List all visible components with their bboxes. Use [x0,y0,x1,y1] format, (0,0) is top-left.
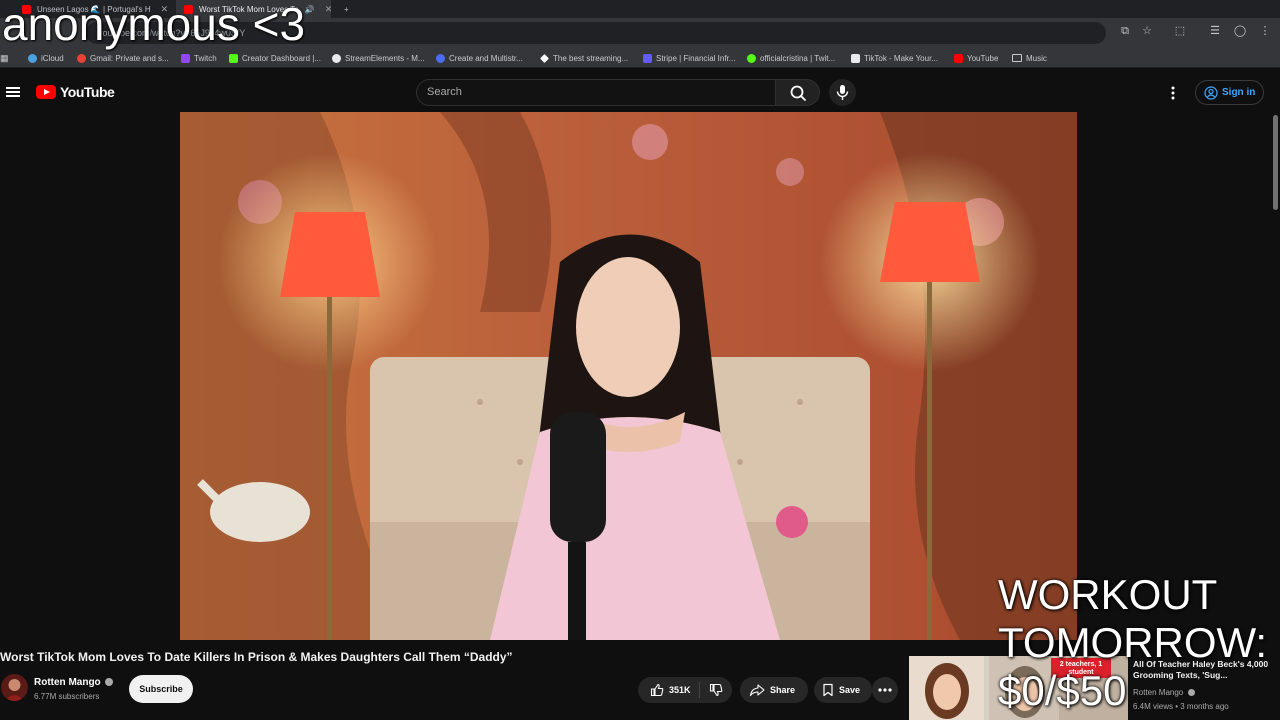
account-icon [1204,85,1218,100]
scrollbar-thumb[interactable] [1273,115,1278,210]
share-button[interactable]: Share [740,677,808,703]
bookmark-star-icon[interactable]: ☆ [1140,24,1154,38]
stripe-icon [643,53,652,63]
channel-avatar[interactable] [1,674,28,701]
youtube-play-icon [36,85,56,99]
youtube-icon [954,53,963,63]
settings-more-icon[interactable] [1168,85,1178,101]
save-label: Save [839,685,861,695]
more-horizontal-icon [878,688,892,692]
search-button[interactable] [775,79,820,106]
bookmark-youtube[interactable]: YouTube [954,52,998,64]
video-title: Worst TikTok Mom Loves To Date Killers I… [0,650,513,664]
reading-list-icon[interactable]: ☰ [1208,24,1222,38]
like-dislike-group: 351K [638,677,732,703]
bookmark-officialcristina[interactable]: officialcristina | Twit... [747,52,835,64]
extensions-icon[interactable]: ⬚ [1173,24,1187,38]
new-tab-button[interactable]: + [336,0,352,18]
voice-search-button[interactable] [829,79,856,106]
like-button[interactable]: 351K [638,682,700,698]
google-icon [77,53,86,63]
search-input[interactable]: Search [416,79,776,106]
bookmark-streaming[interactable]: The best streaming... [540,52,628,64]
youtube-logo-text: YouTube [60,84,115,100]
stream-goal-overlay: WORKOUT TOMORROW: $0/$50 [998,571,1280,715]
youtube-logo[interactable]: YouTube [36,84,115,100]
verified-icon [105,678,114,686]
thumbs-down-icon [709,683,722,697]
profile-icon[interactable]: ◯ [1233,24,1247,38]
microphone-icon [836,85,849,100]
share-label: Share [770,685,796,695]
like-count: 351K [669,685,691,695]
hamburger-menu-icon[interactable] [6,85,20,99]
icloud-icon [28,53,37,63]
save-button[interactable]: Save [814,677,872,703]
install-app-icon[interactable]: ⧉ [1118,24,1132,38]
subscriber-count: 6.77M subscribers [34,692,100,701]
subscribe-button[interactable]: Subscribe [129,675,193,703]
video-player[interactable] [180,112,1077,640]
kick-icon [747,53,756,63]
thumbs-up-icon [650,683,664,697]
folder-icon [1012,54,1022,62]
share-icon [749,684,765,697]
goal-line-1: WORKOUT [998,571,1218,618]
more-actions-button[interactable] [872,677,898,703]
browser-menu-icon[interactable]: ⋮ [1258,24,1272,38]
twitch-icon [181,53,190,63]
close-tab-icon[interactable]: ✕ [325,4,331,15]
sign-in-label: Sign in [1222,87,1256,98]
stream-overlay-text: anonymous <3 [2,0,306,50]
dislike-button[interactable] [700,683,723,697]
bookmark-tiktok[interactable]: TikTok - Make Your... [851,52,938,64]
video-frame-image [180,112,1077,640]
tiktok-icon [851,53,860,63]
bookmark-streamelements[interactable]: StreamElements - M... [332,52,425,64]
diamond-icon [540,53,549,63]
search-icon [790,85,806,101]
goal-line-2: TOMORROW: [998,619,1268,666]
bookmark-stripe[interactable]: Stripe | Financial Infr... [643,52,735,64]
restream-icon [436,53,445,63]
save-playlist-icon [823,683,833,697]
bookmark-music-folder[interactable]: Music [1012,52,1047,64]
speaker-icon[interactable]: 🔊 [305,5,315,14]
goal-progress: $0/$50 [998,667,1127,714]
streamelements-icon [332,53,341,63]
bookmark-restream[interactable]: Create and Multistr... [436,52,523,64]
kick-icon [229,53,238,63]
channel-name[interactable]: Rotten Mango [34,677,114,688]
sign-in-button[interactable]: Sign in [1195,80,1265,105]
